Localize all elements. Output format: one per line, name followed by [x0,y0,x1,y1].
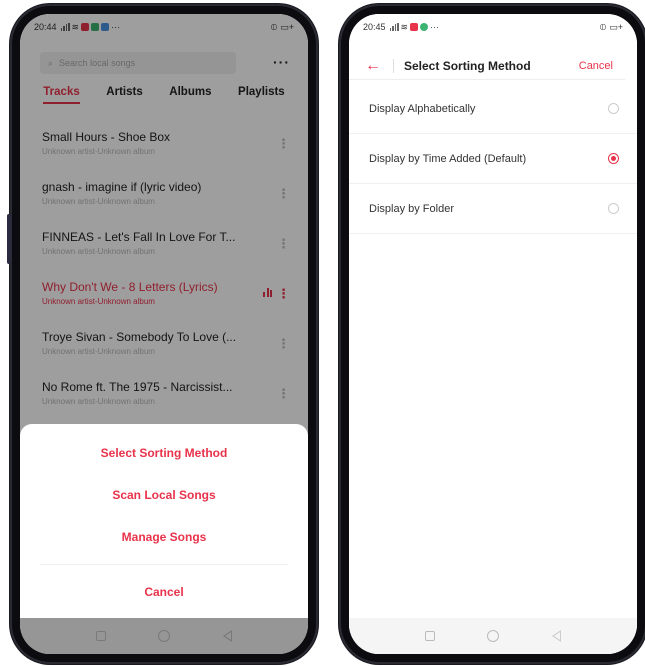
status-time: 20:45 [363,22,386,32]
cancel-button[interactable]: Cancel [579,60,613,72]
wifi-icon: ≋ [400,21,409,32]
radio-button[interactable] [608,203,619,214]
status-bar: 20:45 ≋ ··· ⦶ ▭+ [349,14,637,40]
app-notif-icon [410,23,419,31]
header-divider [393,58,394,73]
sort-option-label: Display by Time Added (Default) [369,152,527,165]
sorting-method-view: 20:45 ≋ ··· ⦶ ▭+ ← Select Sorting Method… [349,14,637,654]
sort-option-label: Display Alphabetically [369,102,476,115]
recents-icon[interactable] [96,631,107,641]
phone-right: 20:45 ≋ ··· ⦶ ▭+ ← Select Sorting Method… [339,4,645,664]
sort-option-alphabetical[interactable]: Display Alphabetically [349,84,637,134]
local-songs-view: 20:44 ≋ ··· ⦶ ▭+ ⌕ Search local songs ··… [20,14,308,654]
cancel-button[interactable]: Cancel [20,571,308,613]
side-button [7,214,11,264]
action-sheet: Select Sorting Method Scan Local Songs M… [20,424,308,618]
system-nav-bar [349,618,637,654]
app-notif-icon-2 [420,23,429,31]
select-sorting-method-button[interactable]: Select Sorting Method [20,432,308,474]
screen-left: 20:44 ≋ ··· ⦶ ▭+ ⌕ Search local songs ··… [20,14,308,654]
status-right: ⦶ ▭+ [600,22,623,33]
sort-option-folder[interactable]: Display by Folder [349,184,637,234]
status-icons: ≋ ··· [389,21,440,33]
back-nav-icon[interactable] [222,630,232,642]
radio-button-checked[interactable] [608,153,619,164]
system-nav-bar [20,618,308,654]
phone-left: 20:44 ≋ ··· ⦶ ▭+ ⌕ Search local songs ··… [7,4,318,664]
vibrate-icon: ⦶ [599,21,607,32]
battery-icon: ▭+ [609,21,623,32]
home-icon[interactable] [487,630,500,642]
status-more: ··· [430,22,440,32]
radio-button[interactable] [608,103,619,114]
divider [40,564,288,565]
back-nav-icon[interactable] [551,630,561,642]
page-title: Select Sorting Method [404,58,531,73]
signal-icon [389,23,399,31]
recents-icon[interactable] [425,631,436,641]
page-header: ← Select Sorting Method Cancel [349,52,625,80]
sorting-options: Display Alphabetically Display by Time A… [349,84,637,234]
screen-right: 20:45 ≋ ··· ⦶ ▭+ ← Select Sorting Method… [349,14,637,654]
sort-option-time-added[interactable]: Display by Time Added (Default) [349,134,637,184]
sort-option-label: Display by Folder [369,202,454,215]
home-icon[interactable] [158,630,171,642]
manage-songs-button[interactable]: Manage Songs [20,516,308,558]
back-arrow-icon[interactable]: ← [365,57,383,75]
scan-local-songs-button[interactable]: Scan Local Songs [20,474,308,516]
